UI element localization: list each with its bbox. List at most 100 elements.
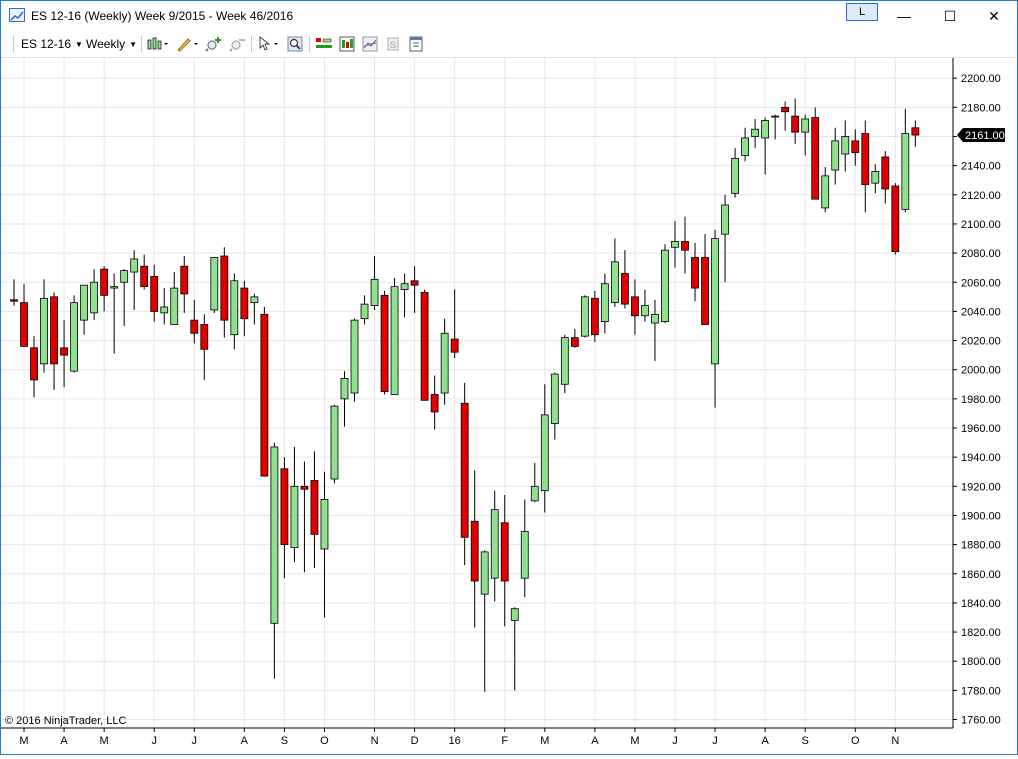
candle[interactable]: [490, 490, 499, 602]
candle[interactable]: [10, 279, 18, 306]
candle[interactable]: [741, 127, 749, 162]
candle[interactable]: [631, 279, 639, 335]
zoom-in-icon[interactable]: [205, 36, 221, 52]
price-chart[interactable]: 1760.00 1780.00 1800.00 1820.00 1840.00 1860.…: [1, 58, 1017, 754]
candle[interactable]: [691, 242, 699, 302]
close-button[interactable]: ✕: [971, 1, 1017, 31]
candle[interactable]: [661, 244, 669, 324]
candle[interactable]: [711, 229, 719, 408]
candle[interactable]: [30, 336, 38, 398]
candle[interactable]: [120, 269, 129, 326]
candle[interactable]: [140, 254, 149, 290]
maximize-button[interactable]: ☐: [927, 1, 973, 31]
drawing-tool-icon[interactable]: [176, 36, 198, 52]
candle[interactable]: [911, 120, 920, 147]
candle[interactable]: [160, 288, 169, 325]
candle[interactable]: [891, 183, 900, 255]
candle[interactable]: [150, 264, 159, 322]
candle[interactable]: [60, 320, 68, 388]
candle[interactable]: [250, 293, 259, 325]
instrument-selector[interactable]: ES 12-16 ▼: [21, 36, 83, 52]
candle[interactable]: [100, 266, 109, 312]
candle[interactable]: [230, 273, 239, 350]
candle[interactable]: [270, 442, 279, 679]
interval-selector[interactable]: Weekly ▼: [86, 36, 137, 52]
candlestick-chart[interactable]: 1760.00 1780.00 1800.00 1820.00 1840.00 1860.…: [1, 58, 1017, 754]
candle[interactable]: [220, 247, 229, 338]
candle[interactable]: [871, 164, 880, 194]
candle[interactable]: [380, 290, 389, 395]
candle[interactable]: [731, 148, 739, 198]
candle[interactable]: [881, 151, 890, 204]
candle[interactable]: [280, 457, 289, 579]
candle[interactable]: [751, 119, 760, 149]
candle[interactable]: [701, 234, 709, 325]
properties-icon[interactable]: [408, 36, 424, 52]
candle[interactable]: [420, 289, 429, 401]
candle[interactable]: [510, 607, 519, 691]
candle[interactable]: [410, 266, 419, 313]
candle[interactable]: [240, 280, 249, 337]
candle[interactable]: [470, 470, 479, 628]
candle[interactable]: [460, 382, 469, 566]
candle[interactable]: [771, 114, 780, 140]
minimize-button[interactable]: —: [881, 1, 927, 31]
indicator-icon[interactable]: [362, 36, 378, 52]
candle[interactable]: [721, 194, 729, 283]
candle[interactable]: [90, 269, 99, 321]
candle[interactable]: [550, 372, 559, 440]
candle[interactable]: [290, 446, 299, 563]
candle[interactable]: [50, 292, 58, 391]
candle[interactable]: [360, 295, 369, 325]
bar-spacing-icon[interactable]: [315, 36, 332, 52]
candle[interactable]: [580, 295, 589, 338]
candle[interactable]: [370, 256, 379, 310]
title-bar[interactable]: ES 12-16 (Weekly) Week 9/2015 - Week 46/…: [1, 1, 1017, 31]
candle[interactable]: [210, 257, 219, 313]
candle[interactable]: [300, 461, 309, 573]
candle[interactable]: [621, 250, 629, 309]
candle[interactable]: [20, 283, 28, 347]
candle[interactable]: [480, 550, 489, 692]
candle[interactable]: [390, 277, 399, 395]
candle[interactable]: [80, 284, 89, 335]
candle[interactable]: [540, 384, 549, 513]
chart-style-candle-icon[interactable]: [339, 36, 355, 52]
candle[interactable]: [611, 238, 619, 308]
candle[interactable]: [430, 375, 439, 430]
candle[interactable]: [310, 451, 319, 568]
candle[interactable]: [560, 334, 569, 394]
candle[interactable]: [130, 250, 139, 310]
candle[interactable]: [791, 98, 800, 144]
candle[interactable]: [500, 495, 509, 627]
candle[interactable]: [651, 299, 659, 361]
candle[interactable]: [851, 129, 860, 166]
candle[interactable]: [841, 120, 850, 172]
zoom-out-icon[interactable]: [229, 36, 245, 52]
candle[interactable]: [440, 318, 449, 405]
candle[interactable]: [450, 289, 459, 359]
chart-style-icon[interactable]: [147, 36, 168, 52]
link-button[interactable]: L: [846, 3, 878, 21]
candle[interactable]: [260, 307, 269, 477]
candle[interactable]: [110, 273, 119, 354]
candle[interactable]: [190, 299, 199, 344]
candle[interactable]: [330, 404, 339, 484]
candle[interactable]: [781, 101, 790, 131]
candle[interactable]: [40, 279, 48, 373]
candle[interactable]: [570, 328, 579, 348]
candle[interactable]: [170, 272, 179, 325]
candle[interactable]: [801, 114, 810, 156]
cursor-icon[interactable]: [258, 36, 278, 52]
candle[interactable]: [320, 471, 329, 618]
candle[interactable]: [811, 107, 820, 200]
candle[interactable]: [590, 290, 599, 343]
candle[interactable]: [681, 216, 689, 274]
candle[interactable]: [641, 289, 649, 322]
candle[interactable]: [821, 167, 830, 213]
candle[interactable]: [400, 273, 409, 318]
candle[interactable]: [530, 462, 539, 503]
candle[interactable]: [520, 499, 529, 598]
candle[interactable]: [340, 371, 349, 427]
candle[interactable]: [671, 221, 679, 268]
